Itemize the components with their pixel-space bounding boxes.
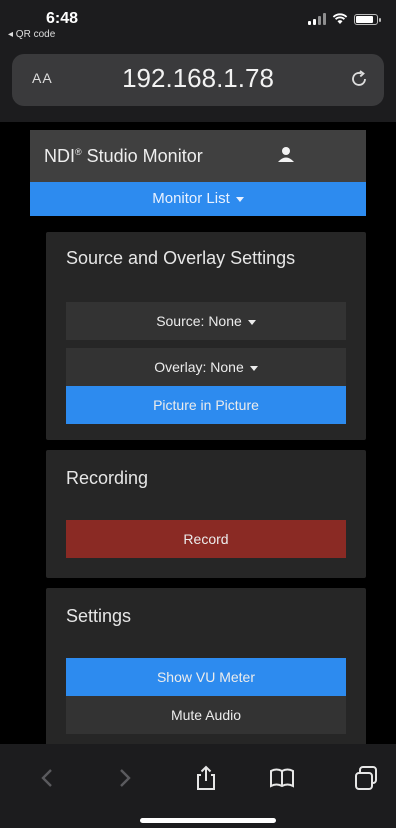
forward-icon[interactable] (110, 764, 138, 792)
address-bar[interactable]: AA 192.168.1.78 (12, 54, 384, 106)
status-bar: 6:48 ◂ QR code (0, 0, 396, 46)
chevron-down-icon (235, 196, 244, 202)
home-indicator[interactable] (140, 818, 276, 823)
settings-title: Settings (66, 606, 132, 626)
wifi-icon (332, 13, 348, 24)
share-icon[interactable] (192, 764, 220, 792)
overlay-dropdown[interactable]: Overlay: None (66, 348, 346, 386)
recording-card: Recording Record (46, 450, 366, 578)
source-overlay-title: Source and Overlay Settings (66, 248, 296, 268)
app-title: NDI® Studio Monitor (44, 146, 203, 166)
picture-in-picture-button[interactable]: Picture in Picture (66, 386, 346, 424)
bookmarks-icon[interactable] (268, 764, 296, 792)
chevron-down-icon (249, 365, 258, 371)
back-to-app-link[interactable]: ◂ QR code (8, 29, 55, 40)
address-bar-area: AA 192.168.1.78 (0, 46, 396, 122)
monitor-list-button[interactable]: Monitor List (30, 182, 366, 216)
status-time: 6:48 (46, 10, 79, 27)
back-icon[interactable] (34, 764, 62, 792)
browser-toolbar (0, 744, 396, 828)
battery-icon (354, 14, 381, 25)
web-page: NDI® Studio Monitor Monitor List Source … (0, 122, 396, 744)
recording-title: Recording (66, 468, 149, 488)
status-icons (308, 13, 381, 25)
user-icon[interactable] (276, 144, 296, 164)
url-text[interactable]: 192.168.1.78 (12, 63, 384, 94)
signal-icon (308, 13, 326, 25)
mute-audio-button[interactable]: Mute Audio (66, 696, 346, 734)
source-dropdown[interactable]: Source: None (66, 302, 346, 340)
record-button[interactable]: Record (66, 520, 346, 558)
chevron-down-icon (247, 319, 256, 325)
app-header: NDI® Studio Monitor Monitor List (30, 130, 366, 216)
tabs-icon[interactable] (352, 764, 380, 792)
source-overlay-card: Source and Overlay Settings Source: None… (46, 232, 366, 440)
settings-card: Settings Show VU Meter Mute Audio (46, 588, 366, 744)
reload-icon[interactable] (348, 68, 370, 90)
show-vu-meter-button[interactable]: Show VU Meter (66, 658, 346, 696)
